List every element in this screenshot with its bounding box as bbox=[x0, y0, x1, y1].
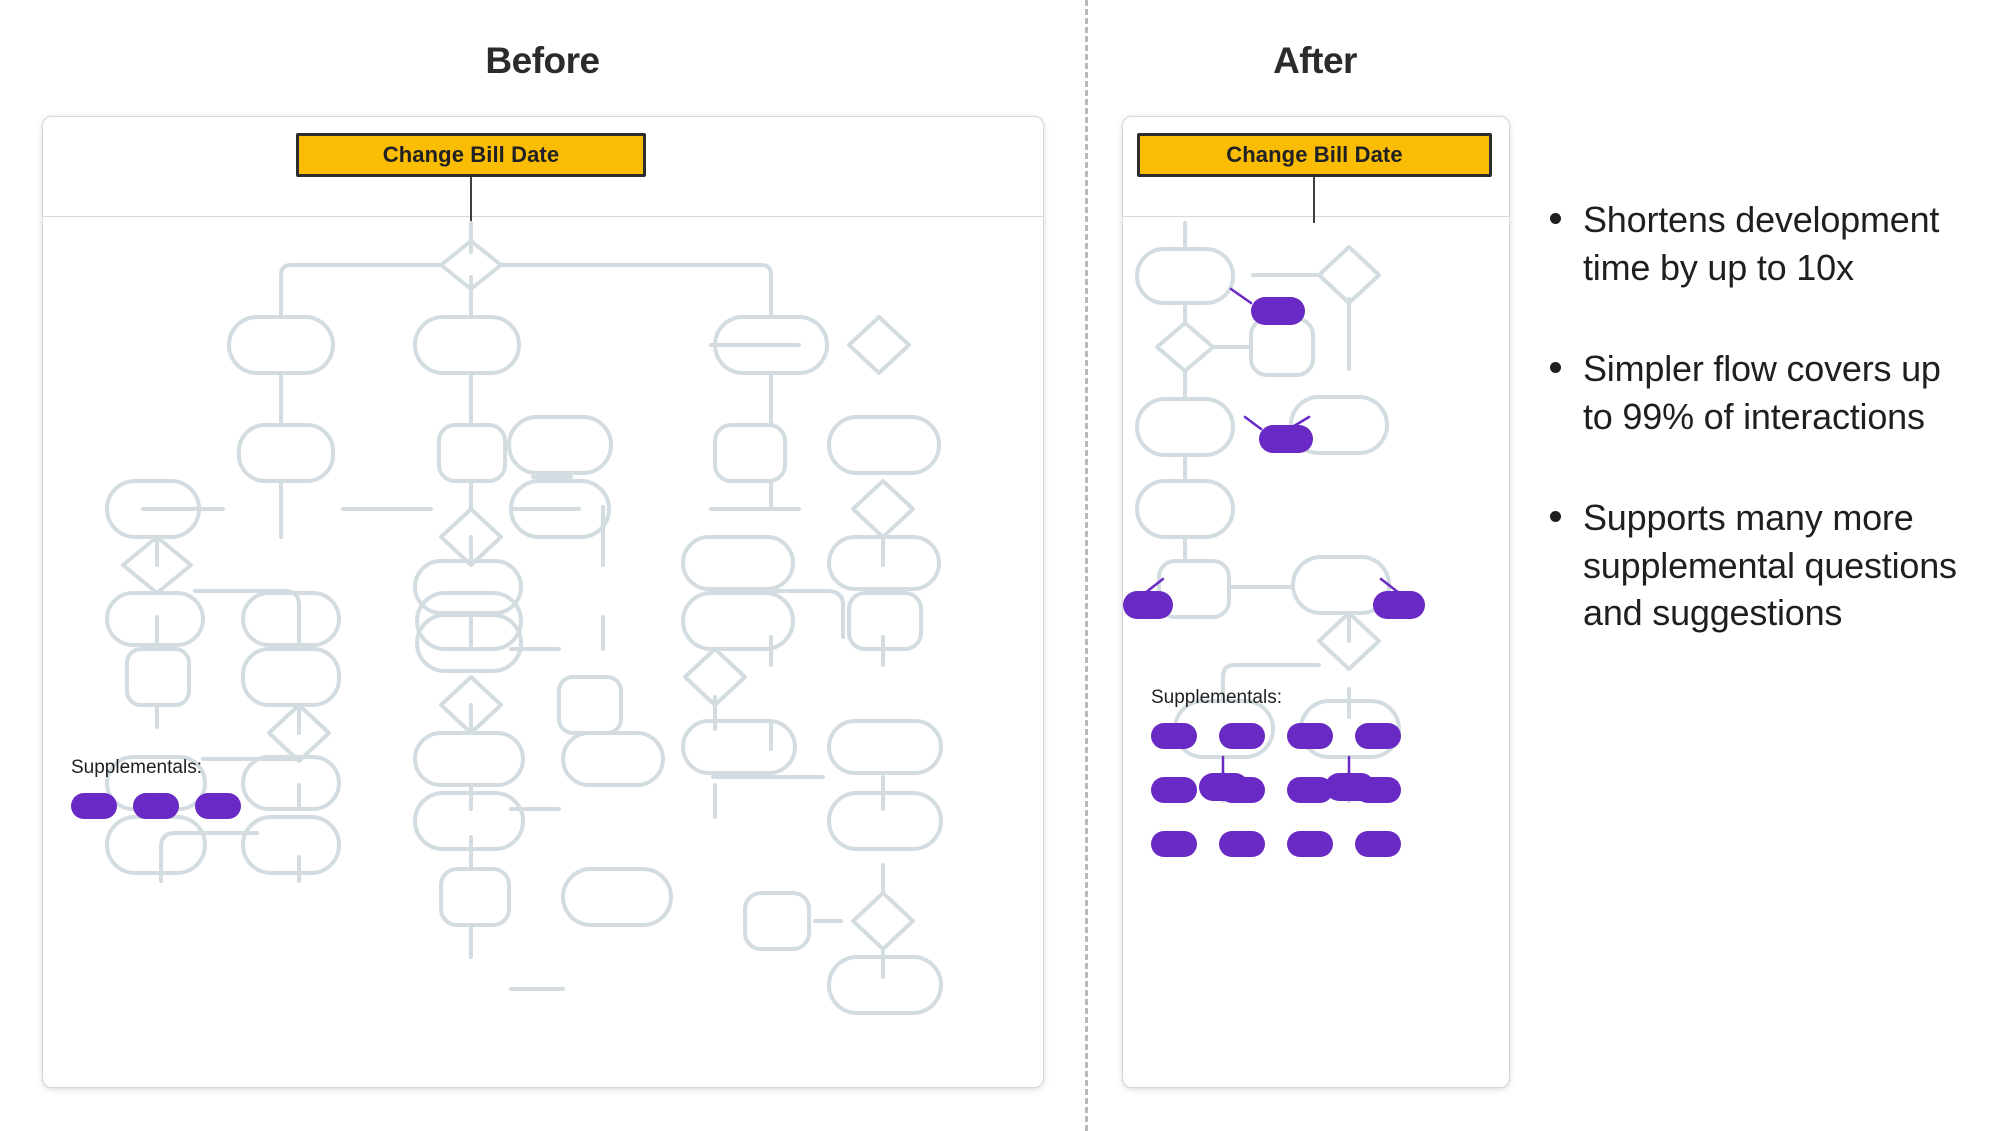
supplemental-pill[interactable] bbox=[1219, 831, 1265, 857]
slide-canvas: Before After Change Bill Date Supplement… bbox=[0, 0, 2000, 1131]
before-flowchart-graphic bbox=[43, 117, 1043, 1087]
bullet-item: Shortens development time by up to 10x bbox=[1550, 196, 1970, 291]
change-bill-date-entry-node-before[interactable]: Change Bill Date bbox=[296, 133, 646, 177]
bullet-text: Shortens development time by up to 10x bbox=[1583, 199, 1940, 288]
bullet-text: Simpler flow covers up to 99% of interac… bbox=[1583, 348, 1941, 437]
supplemental-pill[interactable] bbox=[195, 793, 241, 819]
after-flowchart-graphic bbox=[1123, 117, 1509, 1087]
supplemental-pill[interactable] bbox=[71, 793, 117, 819]
supplemental-pill[interactable] bbox=[1151, 777, 1197, 803]
supplemental-pill[interactable] bbox=[1219, 777, 1265, 803]
benefits-bullet-list: Shortens development time by up to 10x S… bbox=[1550, 196, 1970, 691]
pill-row bbox=[1151, 723, 1401, 749]
after-column-title: After bbox=[1273, 40, 1357, 81]
bullet-item: Supports many more supplemental question… bbox=[1550, 494, 1970, 637]
column-divider bbox=[1085, 0, 1088, 1131]
before-supplementals-label: Supplementals: bbox=[71, 757, 202, 778]
supplemental-pill[interactable] bbox=[1151, 723, 1197, 749]
before-panel-header-rule bbox=[43, 216, 1043, 217]
bullet-dot-icon bbox=[1550, 362, 1561, 374]
supplemental-pill[interactable] bbox=[1355, 777, 1401, 803]
change-bill-date-entry-node-after[interactable]: Change Bill Date bbox=[1137, 133, 1492, 177]
after-entry-connector bbox=[1313, 177, 1315, 223]
supplemental-pill[interactable] bbox=[1287, 723, 1333, 749]
supplemental-pill[interactable] bbox=[1151, 831, 1197, 857]
bullet-dot-icon bbox=[1550, 511, 1561, 523]
supplemental-pill[interactable] bbox=[1355, 723, 1401, 749]
bullet-dot-icon bbox=[1550, 213, 1561, 224]
supplemental-pill[interactable] bbox=[1287, 831, 1333, 857]
before-supplementals-pills bbox=[71, 793, 241, 819]
after-panel-header-rule bbox=[1123, 216, 1509, 217]
bullet-item: Simpler flow covers up to 99% of interac… bbox=[1550, 345, 1970, 440]
pill-row bbox=[71, 793, 241, 819]
pill-row bbox=[1151, 831, 1401, 857]
after-supplementals-pills bbox=[1151, 723, 1401, 857]
pill-row bbox=[1151, 777, 1401, 803]
supplemental-pill[interactable] bbox=[1355, 831, 1401, 857]
supplemental-pill[interactable] bbox=[133, 793, 179, 819]
after-flow-panel: Change Bill Date Supplementals: bbox=[1122, 116, 1510, 1088]
bullet-text: Supports many more supplemental question… bbox=[1583, 497, 1957, 634]
before-flow-panel: Change Bill Date Supplementals: bbox=[42, 116, 1044, 1088]
supplemental-pill[interactable] bbox=[1219, 723, 1265, 749]
after-supplementals-label: Supplementals: bbox=[1151, 687, 1282, 708]
supplemental-pill[interactable] bbox=[1287, 777, 1333, 803]
before-column-title: Before bbox=[485, 40, 600, 81]
before-entry-connector bbox=[470, 177, 472, 223]
